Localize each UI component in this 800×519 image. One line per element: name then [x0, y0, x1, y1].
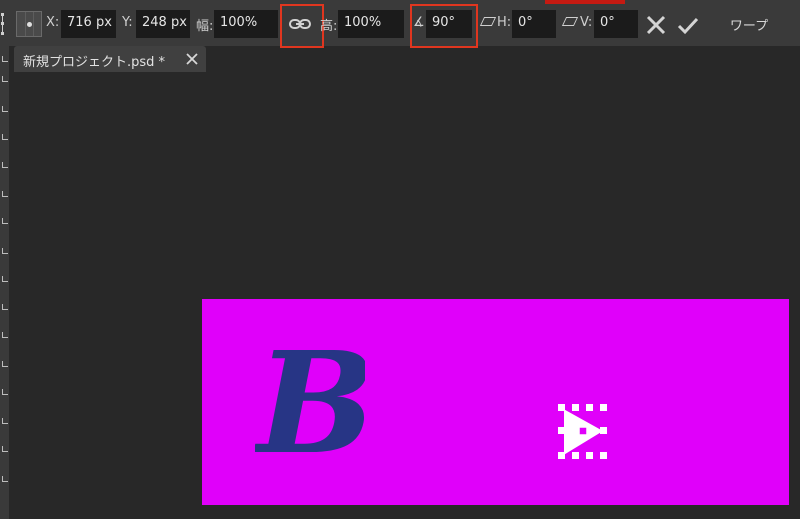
- tool-tick: [2, 248, 8, 254]
- document-tab-title: 新規プロジェクト.psd *: [23, 55, 166, 70]
- tool-tick: [2, 304, 8, 310]
- tool-tick: [2, 134, 8, 140]
- reference-point-dot: [27, 22, 32, 27]
- skew-h-label: H:: [497, 15, 512, 30]
- tool-tick: [2, 332, 8, 338]
- height-label: 高:: [320, 19, 338, 34]
- tool-tick: [2, 389, 8, 395]
- skew-horizontal-field[interactable]: 0°: [512, 10, 556, 38]
- width-label: 幅:: [196, 19, 214, 34]
- tool-tick: [2, 476, 8, 482]
- close-icon[interactable]: [185, 52, 199, 66]
- y-label: Y:: [122, 15, 133, 30]
- document-tab[interactable]: 新規プロジェクト.psd *: [14, 46, 206, 72]
- x-position-field[interactable]: 716 px: [61, 10, 116, 38]
- tool-tick: [2, 106, 8, 112]
- left-toolbar-strip: [0, 46, 9, 519]
- tool-tick: [2, 76, 8, 82]
- skew-vertical-icon: [561, 17, 579, 26]
- tool-tick: [2, 191, 8, 197]
- move-tool-icon[interactable]: [0, 12, 10, 36]
- x-label: X:: [46, 15, 60, 30]
- chain-link-icon[interactable]: [287, 13, 313, 35]
- tool-tick: [2, 218, 8, 224]
- height-field[interactable]: 100%: [338, 10, 404, 38]
- reference-point-grid[interactable]: [16, 11, 42, 37]
- tool-tick: [2, 361, 8, 367]
- y-position-field[interactable]: 248 px: [136, 10, 190, 38]
- checkmark-icon[interactable]: [676, 13, 700, 37]
- letter-b-graphic[interactable]: B: [255, 330, 365, 460]
- close-x-icon[interactable]: [644, 13, 668, 37]
- letter-b-text: B: [255, 330, 365, 460]
- skew-v-label: V:: [580, 15, 593, 30]
- rotation-angle-field[interactable]: 90°: [426, 10, 472, 38]
- skew-horizontal-icon: [479, 17, 497, 26]
- tool-tick: [2, 418, 8, 424]
- photo-editor-window: X: 716 px Y: 248 px 幅: 100% 高: 100% ∡: 9…: [0, 0, 800, 519]
- transform-options-bar: X: 716 px Y: 248 px 幅: 100% 高: 100% ∡: 9…: [0, 0, 800, 48]
- tool-tick: [2, 446, 8, 452]
- selected-shape-with-handles[interactable]: [557, 403, 609, 461]
- width-field[interactable]: 100%: [214, 10, 278, 38]
- active-indicator: [545, 0, 625, 4]
- tool-tick: [2, 56, 8, 62]
- warp-button[interactable]: ワープ: [718, 10, 780, 38]
- skew-vertical-field[interactable]: 0°: [594, 10, 638, 38]
- tool-tick: [2, 162, 8, 168]
- tool-tick: [2, 276, 8, 282]
